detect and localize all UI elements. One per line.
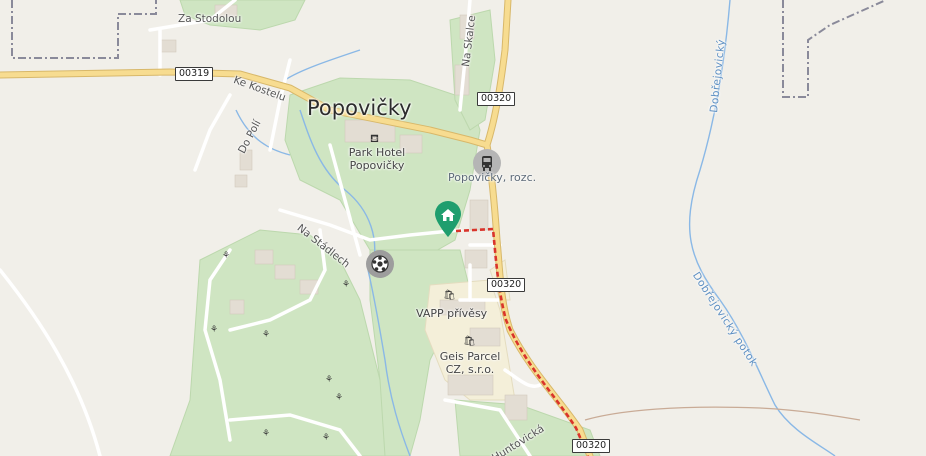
park-icon: ⚘: [322, 433, 330, 443]
building: [469, 199, 489, 231]
building: [447, 374, 494, 396]
park-icon: ⚘: [210, 325, 218, 335]
road-shield-00320-bottom: 00320: [572, 439, 611, 453]
street: [0, 268, 102, 456]
bus-stop-label[interactable]: Popovičky, rozc.: [448, 171, 536, 184]
building: [234, 174, 248, 188]
shop-icon[interactable]: 🛍: [463, 336, 476, 347]
building: [159, 39, 177, 53]
stream: [284, 49, 361, 81]
map-layer: ⚘ ⚘ ⚘ ⚘ ⚘ ⚘ ⚘ ⚘: [0, 0, 887, 456]
road-shield-00319: 00319: [175, 67, 214, 81]
boundary-line: [11, 0, 157, 59]
hotel-icon[interactable]: ⛾: [370, 132, 379, 147]
road-shield-00320-mid: 00320: [487, 278, 526, 292]
park-icon: ⚘: [325, 375, 333, 385]
building: [229, 299, 245, 315]
building: [254, 249, 274, 265]
map-canvas[interactable]: ⚘ ⚘ ⚘ ⚘ ⚘ ⚘ ⚘ ⚘ Popovičky Za Stodolou Ke…: [0, 0, 926, 456]
boundary-line: [782, 0, 887, 98]
park-icon: ⚘: [262, 429, 270, 439]
settlement-label: Popovičky: [307, 96, 412, 120]
building: [504, 394, 528, 421]
park-icon: ⚘: [262, 330, 270, 340]
hotel-label[interactable]: Park Hotel Popovičky: [336, 146, 418, 172]
building: [274, 264, 296, 280]
geis-label[interactable]: Geis Parcel CZ, s.r.o.: [436, 350, 504, 376]
vapp-label[interactable]: VAPP přívěsy: [416, 307, 487, 320]
street-label-za-stodolou: Za Stodolou: [178, 13, 242, 25]
shop-icon[interactable]: 🛍: [443, 290, 456, 301]
park-icon: ⚘: [342, 280, 350, 290]
path: [584, 406, 861, 421]
park-icon: ⚘: [335, 393, 343, 403]
park-icon: ⚘: [222, 251, 230, 261]
stream: [688, 0, 836, 456]
street: [193, 93, 232, 172]
sports-ground-icon[interactable]: [366, 250, 394, 278]
road-shield-00320-top: 00320: [477, 92, 516, 106]
